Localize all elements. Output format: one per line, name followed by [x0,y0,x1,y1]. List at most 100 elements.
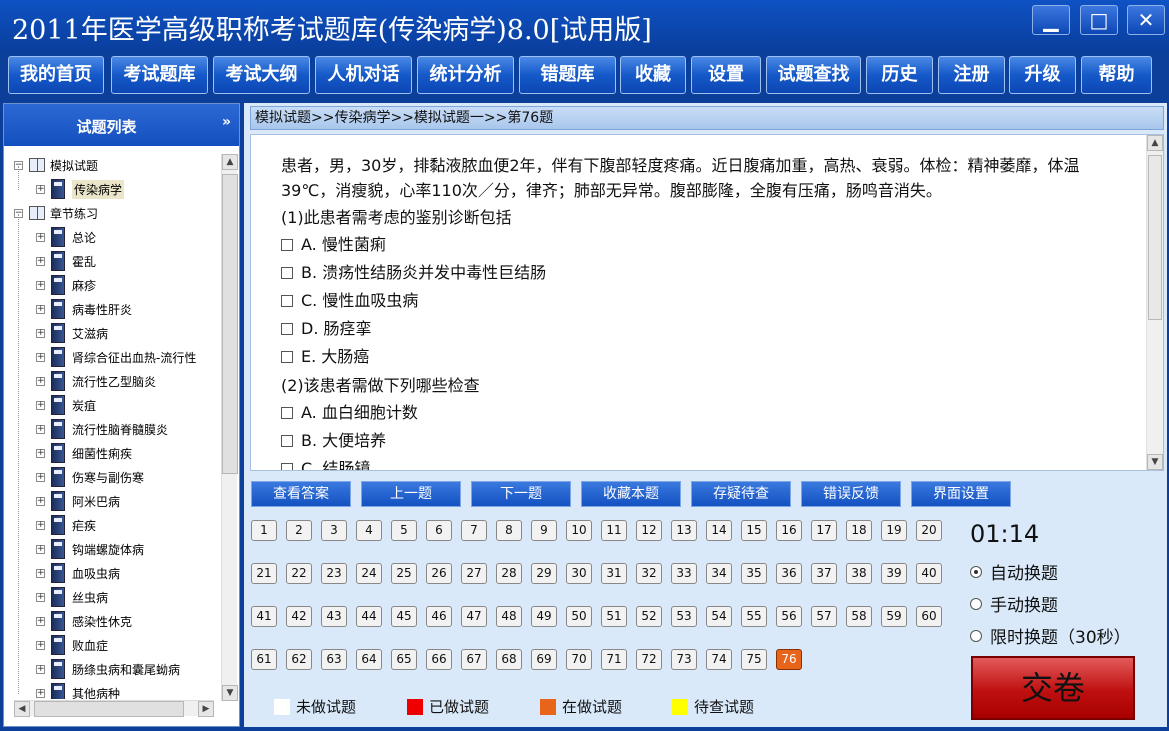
question-number-button[interactable]: 55 [741,606,767,627]
expand-icon[interactable]: + [36,184,45,194]
question-number-button[interactable]: 34 [706,563,732,584]
tree-item[interactable]: + 细菌性痢疾 [36,442,132,464]
radio-icon[interactable] [970,629,982,642]
tree-item[interactable]: + 伤寒与副伤寒 [36,466,144,488]
scroll-down-icon[interactable]: ▼ [222,685,238,701]
question-number-button[interactable]: 67 [461,649,487,670]
question-number-button[interactable]: 45 [391,606,417,627]
maximize-button[interactable]: □ [1080,5,1118,35]
option-checkbox[interactable] [281,407,293,419]
tree-hscroll-thumb[interactable] [34,701,184,717]
menu-dialogue-button[interactable]: 人机对话 [315,56,412,94]
question-number-button[interactable]: 74 [706,649,732,670]
question-number-button[interactable]: 23 [321,563,347,584]
answer-option[interactable]: E. 大肠癌 [281,343,1121,371]
question-number-button[interactable]: 75 [741,649,767,670]
menu-upgrade-button[interactable]: 升级 [1009,56,1076,94]
tree-item[interactable]: + 霍乱 [36,250,96,272]
option-checkbox[interactable] [281,463,293,470]
expand-icon[interactable]: + [36,616,45,626]
question-number-button[interactable]: 39 [881,563,907,584]
scroll-up-icon[interactable]: ▲ [1147,135,1163,151]
question-number-button[interactable]: 59 [881,606,907,627]
question-number-button[interactable]: 28 [496,563,522,584]
tree-item[interactable]: + 麻疹 [36,274,96,296]
ui-settings-button[interactable]: 界面设置 [911,481,1011,507]
expand-icon[interactable]: + [36,568,45,578]
question-number-button[interactable]: 18 [846,520,872,541]
tree-item[interactable]: + 传染病学 [36,178,125,200]
question-number-button[interactable]: 69 [531,649,557,670]
question-number-button[interactable]: 66 [426,649,452,670]
mode-option[interactable]: 手动换题 [970,591,1058,616]
tree-item[interactable]: + 败血症 [36,634,108,656]
question-number-current[interactable]: 76 [776,649,802,670]
expand-icon[interactable]: + [36,304,45,314]
expand-icon[interactable]: + [36,352,45,362]
question-number-button[interactable]: 60 [916,606,942,627]
answer-option[interactable]: A. 血白细胞计数 [281,399,1121,427]
report-error-button[interactable]: 错误反馈 [801,481,901,507]
tree-group[interactable]: − 章节练习 [14,202,98,224]
question-number-button[interactable]: 29 [531,563,557,584]
tree-item[interactable]: + 阿米巴病 [36,490,120,512]
menu-history-button[interactable]: 历史 [866,56,933,94]
tree-scroll-thumb[interactable] [222,174,238,474]
tree-item[interactable]: + 炭疽 [36,394,96,416]
question-number-button[interactable]: 44 [356,606,382,627]
expand-icon[interactable]: + [36,496,45,506]
tree-item[interactable]: + 艾滋病 [36,322,108,344]
tree-item[interactable]: + 血吸虫病 [36,562,120,584]
question-number-button[interactable]: 30 [566,563,592,584]
mode-option[interactable]: 自动换题 [970,559,1058,584]
question-number-button[interactable]: 43 [321,606,347,627]
question-number-button[interactable]: 35 [741,563,767,584]
menu-help-button[interactable]: 帮助 [1081,56,1152,94]
question-number-button[interactable]: 1 [251,520,277,541]
option-checkbox[interactable] [281,295,293,307]
question-number-button[interactable]: 31 [601,563,627,584]
question-number-button[interactable]: 33 [671,563,697,584]
expand-icon[interactable]: + [36,472,45,482]
submit-exam-button[interactable]: 交卷 [971,656,1135,720]
question-number-button[interactable]: 21 [251,563,277,584]
previous-question-button[interactable]: 上一题 [361,481,461,507]
radio-icon[interactable] [970,597,982,610]
expand-icon[interactable]: + [36,544,45,554]
tree-vertical-scrollbar[interactable]: ▲ ▼ [221,154,238,701]
tree-item[interactable]: + 肠绦虫病和囊尾蚴病 [36,658,180,680]
expand-icon[interactable]: + [36,376,45,386]
option-checkbox[interactable] [281,323,293,335]
question-number-button[interactable]: 13 [671,520,697,541]
question-number-button[interactable]: 41 [251,606,277,627]
tree-item[interactable]: + 总论 [36,226,96,248]
question-number-button[interactable]: 40 [916,563,942,584]
question-number-button[interactable]: 50 [566,606,592,627]
menu-question-bank-button[interactable]: 考试题库 [111,56,208,94]
expand-icon[interactable]: + [36,424,45,434]
close-button[interactable]: ✕ [1127,5,1165,35]
question-number-button[interactable]: 73 [671,649,697,670]
menu-wrong-questions-button[interactable]: 错题库 [519,56,616,94]
question-number-button[interactable]: 51 [601,606,627,627]
question-number-button[interactable]: 19 [881,520,907,541]
tree-item[interactable]: + 病毒性肝炎 [36,298,132,320]
question-number-button[interactable]: 38 [846,563,872,584]
tree-horizontal-scrollbar[interactable]: ◀ ▶ [14,700,214,717]
question-number-button[interactable]: 58 [846,606,872,627]
expand-icon[interactable]: + [36,256,45,266]
tree-item[interactable]: + 流行性脑脊髓膜炎 [36,418,168,440]
option-checkbox[interactable] [281,351,293,363]
question-number-button[interactable]: 14 [706,520,732,541]
menu-settings-button[interactable]: 设置 [691,56,761,94]
answer-option[interactable]: C. 慢性血吸虫病 [281,287,1121,315]
tree-item[interactable]: + 钩端螺旋体病 [36,538,144,560]
scroll-up-icon[interactable]: ▲ [222,154,238,170]
expand-icon[interactable]: + [36,448,45,458]
question-number-button[interactable]: 71 [601,649,627,670]
answer-option[interactable]: A. 慢性菌痢 [281,231,1121,259]
expand-icon[interactable]: + [36,640,45,650]
question-number-button[interactable]: 64 [356,649,382,670]
menu-statistics-button[interactable]: 统计分析 [417,56,514,94]
menu-syllabus-button[interactable]: 考试大纲 [213,56,310,94]
